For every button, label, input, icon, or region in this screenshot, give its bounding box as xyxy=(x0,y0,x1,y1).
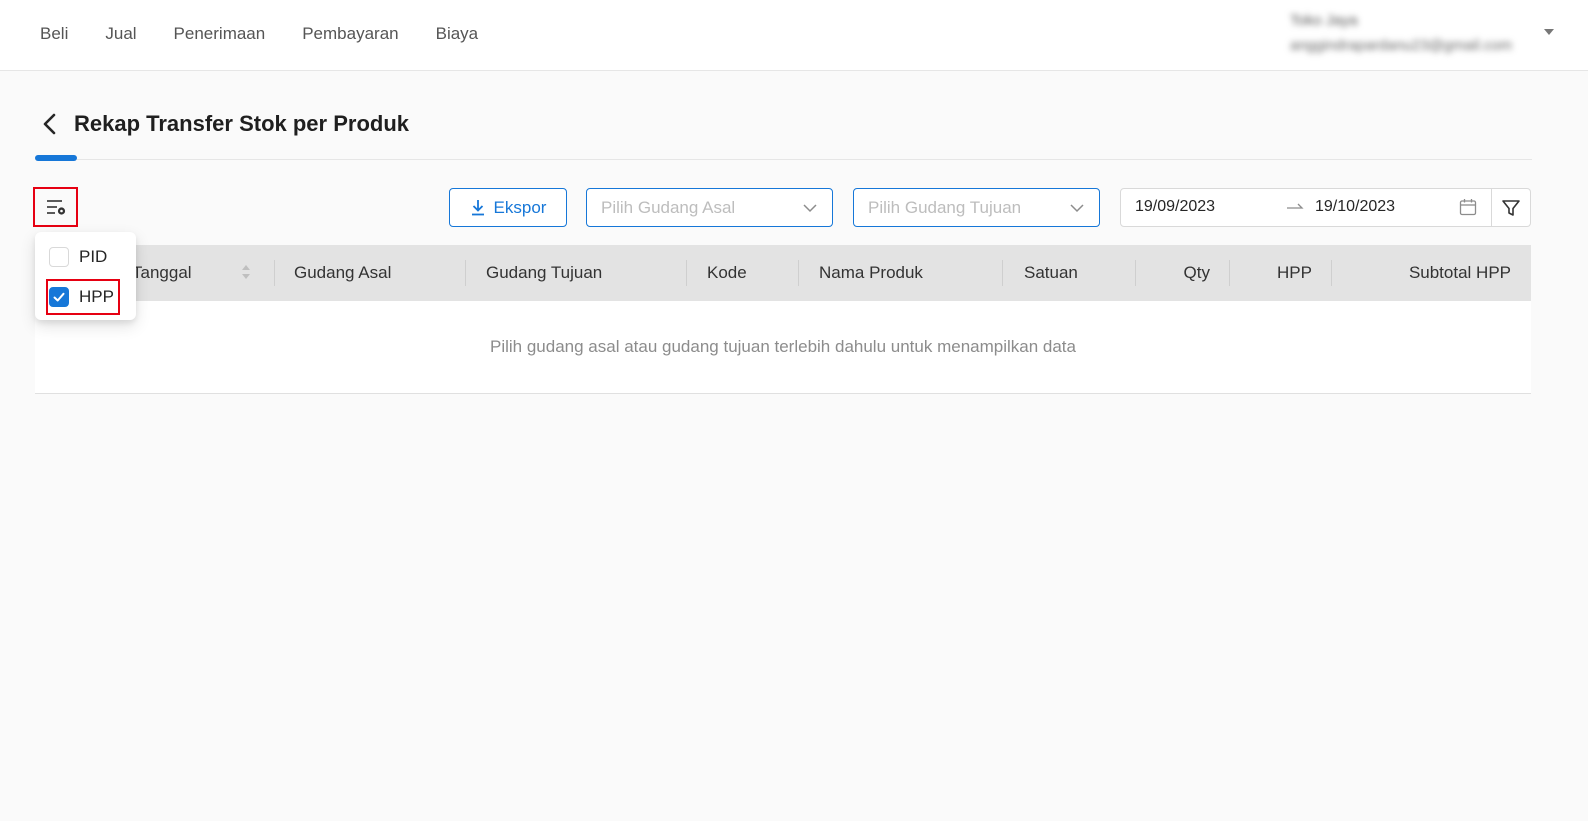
checkmark-icon xyxy=(53,292,65,302)
column-header-satuan: Satuan xyxy=(1024,263,1078,282)
date-range-picker[interactable]: 19/09/2023 19/10/2023 xyxy=(1120,188,1492,227)
nav-item-pembayaran[interactable]: Pembayaran xyxy=(302,22,398,46)
page-title: Rekap Transfer Stok per Produk xyxy=(74,111,409,136)
calendar-icon xyxy=(1459,199,1477,216)
column-option-label: HPP xyxy=(79,287,114,306)
column-settings-button[interactable] xyxy=(33,187,78,227)
column-settings-icon xyxy=(46,200,65,215)
column-header-qty: Qty xyxy=(1183,263,1210,282)
column-header-kode: Kode xyxy=(707,263,747,282)
chevron-down-icon xyxy=(803,204,817,213)
user-menu[interactable]: Toko Jaya anggindrapardanu23@gmail.com xyxy=(1290,10,1550,60)
nav-item-penerimaan[interactable]: Penerimaan xyxy=(174,22,266,46)
pid-checkbox[interactable] xyxy=(49,247,69,267)
nav-item-jual[interactable]: Jual xyxy=(105,22,136,46)
nav-item-biaya[interactable]: Biaya xyxy=(436,22,479,46)
column-separator[interactable] xyxy=(686,260,687,286)
column-header-subtotal-hpp: Subtotal HPP xyxy=(1408,263,1511,282)
column-option-pid[interactable]: PID xyxy=(49,242,107,272)
user-name: Toko Jaya xyxy=(1290,12,1358,29)
download-icon xyxy=(471,200,484,216)
top-navbar: Beli Jual Penerimaan Pembayaran Biaya To… xyxy=(0,0,1588,71)
source-warehouse-placeholder: Pilih Gudang Asal xyxy=(601,197,736,217)
export-button[interactable]: Ekspor xyxy=(449,188,567,227)
arrow-right-icon xyxy=(1287,203,1304,209)
column-header-nama-produk: Nama Produk xyxy=(819,263,923,282)
user-email: anggindrapardanu23@gmail.com xyxy=(1290,37,1513,54)
export-label: Ekspor xyxy=(493,197,547,217)
table-header: Tanggal Gudang Asal Gudang Tujuan Kode N… xyxy=(35,245,1531,301)
column-header-gudang-tujuan: Gudang Tujuan xyxy=(486,263,603,282)
date-end-input[interactable]: 19/10/2023 xyxy=(1315,198,1395,216)
chevron-down-icon xyxy=(1070,204,1084,213)
active-tab-indicator xyxy=(35,155,77,161)
column-separator[interactable] xyxy=(274,260,275,286)
empty-state-message: Pilih gudang asal atau gudang tujuan ter… xyxy=(490,337,1076,356)
column-separator[interactable] xyxy=(1135,260,1136,286)
tab-divider xyxy=(35,159,1532,160)
page-header: Rekap Transfer Stok per Produk xyxy=(36,108,409,140)
source-warehouse-select[interactable]: Pilih Gudang Asal xyxy=(586,188,833,227)
column-separator[interactable] xyxy=(1002,260,1003,286)
caret-down-icon[interactable] xyxy=(1544,29,1554,35)
filter-icon xyxy=(1502,199,1520,216)
column-header-gudang-asal: Gudang Asal xyxy=(294,263,392,282)
hpp-checkbox[interactable] xyxy=(49,287,69,307)
column-separator[interactable] xyxy=(1229,260,1230,286)
column-separator[interactable] xyxy=(1331,260,1332,286)
column-separator[interactable] xyxy=(465,260,466,286)
destination-warehouse-placeholder: Pilih Gudang Tujuan xyxy=(868,197,1022,217)
sort-icon[interactable] xyxy=(241,264,251,280)
main-nav: Beli Jual Penerimaan Pembayaran Biaya xyxy=(40,22,515,46)
column-option-hpp[interactable]: HPP xyxy=(49,282,114,312)
column-visibility-menu: PID HPP xyxy=(35,232,136,320)
column-separator[interactable] xyxy=(798,260,799,286)
nav-item-beli[interactable]: Beli xyxy=(40,22,68,46)
transfer-table: Tanggal Gudang Asal Gudang Tujuan Kode N… xyxy=(35,245,1531,394)
date-start-input[interactable]: 19/09/2023 xyxy=(1135,198,1215,216)
destination-warehouse-select[interactable]: Pilih Gudang Tujuan xyxy=(853,188,1100,227)
filter-button[interactable] xyxy=(1492,188,1531,227)
column-header-tanggal[interactable]: Tanggal xyxy=(132,261,192,285)
back-arrow-icon[interactable] xyxy=(36,110,64,138)
column-option-label: PID xyxy=(79,247,108,266)
column-header-hpp: HPP xyxy=(1277,263,1312,282)
